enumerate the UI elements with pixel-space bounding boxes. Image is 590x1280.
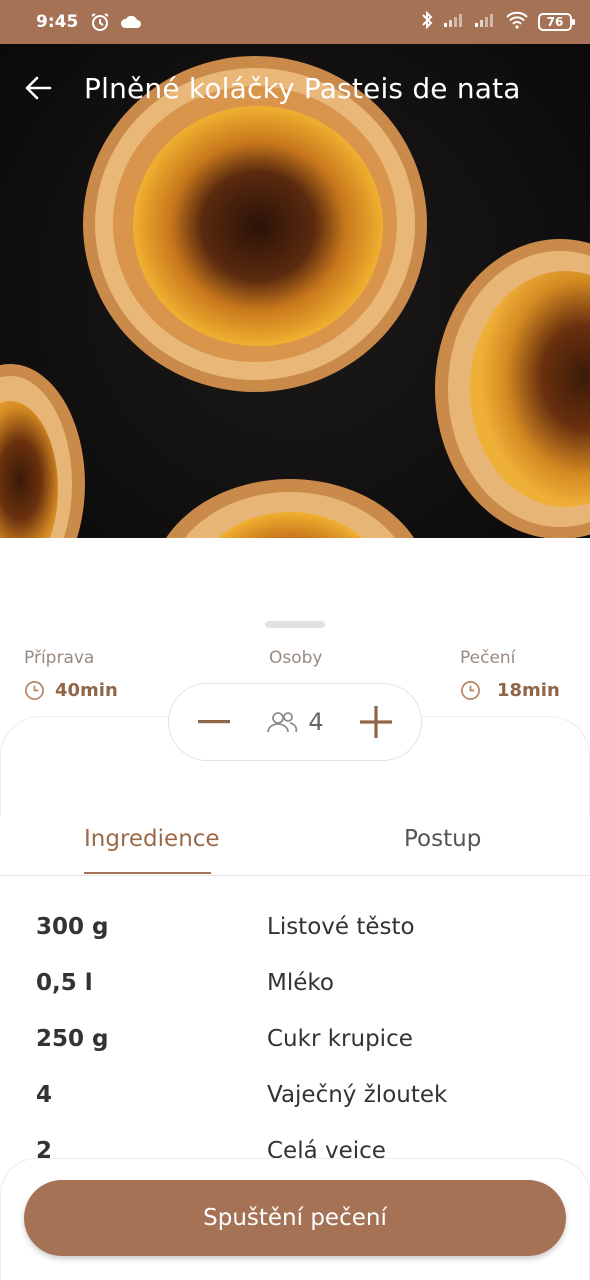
servings-count: 4 bbox=[308, 708, 324, 736]
clock-icon bbox=[25, 681, 44, 700]
ingredient-name: Listové těsto bbox=[267, 914, 415, 940]
status-bar: 9:45 76 bbox=[0, 0, 590, 44]
minus-icon bbox=[198, 720, 230, 724]
list-item: 300 g Listové těsto bbox=[0, 914, 590, 954]
page-title: Plněné koláčky Pasteis de nata bbox=[84, 71, 521, 105]
increase-servings-button[interactable] bbox=[359, 705, 393, 739]
ingredient-amount: 250 g bbox=[36, 1026, 109, 1052]
list-item: 250 g Cukr krupice bbox=[0, 1026, 590, 1066]
ingredient-amount: 300 g bbox=[36, 914, 109, 940]
list-item: 4 Vaječný žloutek bbox=[0, 1082, 590, 1122]
people-info: Osoby bbox=[269, 648, 323, 668]
servings-display: 4 bbox=[266, 708, 324, 736]
status-time: 9:45 bbox=[36, 12, 79, 32]
bluetooth-icon bbox=[420, 10, 434, 35]
start-baking-button[interactable]: Spuštění pečení bbox=[24, 1180, 566, 1256]
ingredient-name: Cukr krupice bbox=[267, 1026, 413, 1052]
alarm-icon bbox=[90, 12, 110, 32]
ingredient-name: Mléko bbox=[267, 970, 334, 996]
bake-label: Pečení bbox=[460, 648, 516, 668]
people-label: Osoby bbox=[269, 648, 323, 668]
prep-value: 40min bbox=[55, 680, 118, 701]
prep-time-info: Příprava 40min bbox=[24, 648, 118, 701]
prep-label: Příprava bbox=[24, 648, 95, 668]
recipe-tabs: Ingredience Postup bbox=[0, 806, 590, 876]
back-arrow-icon[interactable] bbox=[24, 73, 54, 103]
tab-procedure[interactable]: Postup bbox=[404, 826, 481, 852]
ingredient-amount: 4 bbox=[36, 1082, 53, 1108]
cloud-icon bbox=[120, 14, 142, 30]
drag-handle[interactable] bbox=[265, 621, 325, 628]
battery-icon: 76 bbox=[538, 13, 575, 31]
signal-icon bbox=[443, 12, 465, 33]
prep-value-row: 40min bbox=[24, 680, 118, 701]
ingredient-amount: 0,5 l bbox=[36, 970, 93, 996]
plus-icon bbox=[360, 706, 392, 738]
decrease-servings-button[interactable] bbox=[197, 705, 231, 739]
clock-icon bbox=[461, 681, 480, 700]
bake-value: 18min bbox=[497, 680, 560, 701]
wifi-icon bbox=[505, 11, 529, 34]
bake-value-row: 18min bbox=[460, 680, 560, 701]
list-item: 0,5 l Mléko bbox=[0, 970, 590, 1010]
ingredient-name: Vaječný žloutek bbox=[267, 1082, 448, 1108]
servings-stepper: 4 bbox=[168, 683, 422, 761]
people-icon bbox=[267, 712, 298, 733]
app-header: Plněné koláčky Pasteis de nata bbox=[0, 44, 590, 132]
signal-icon bbox=[474, 12, 496, 33]
active-tab-indicator bbox=[84, 872, 211, 874]
tab-ingredients[interactable]: Ingredience bbox=[84, 826, 220, 852]
bake-time-info: Pečení 18min bbox=[460, 648, 560, 701]
ingredient-list: 300 g Listové těsto 0,5 l Mléko 250 g Cu… bbox=[0, 876, 590, 1166]
